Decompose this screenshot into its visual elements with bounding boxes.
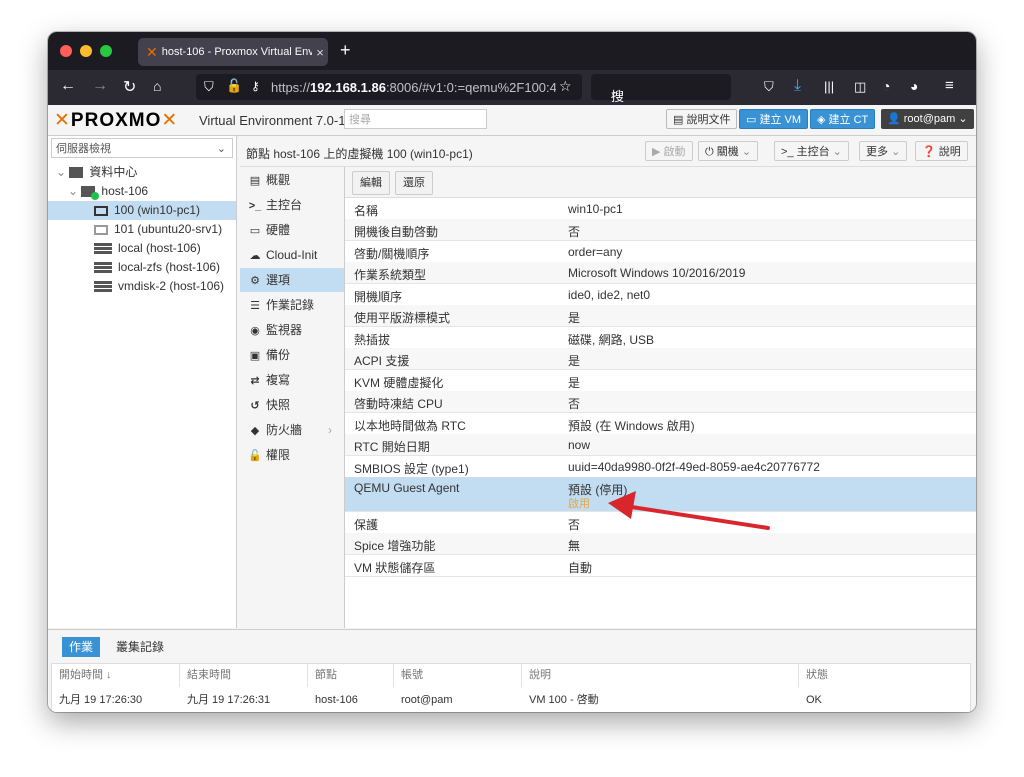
annotation-arrow [608,491,770,530]
arrow-head [608,491,636,519]
arrow-shaft [623,504,770,530]
